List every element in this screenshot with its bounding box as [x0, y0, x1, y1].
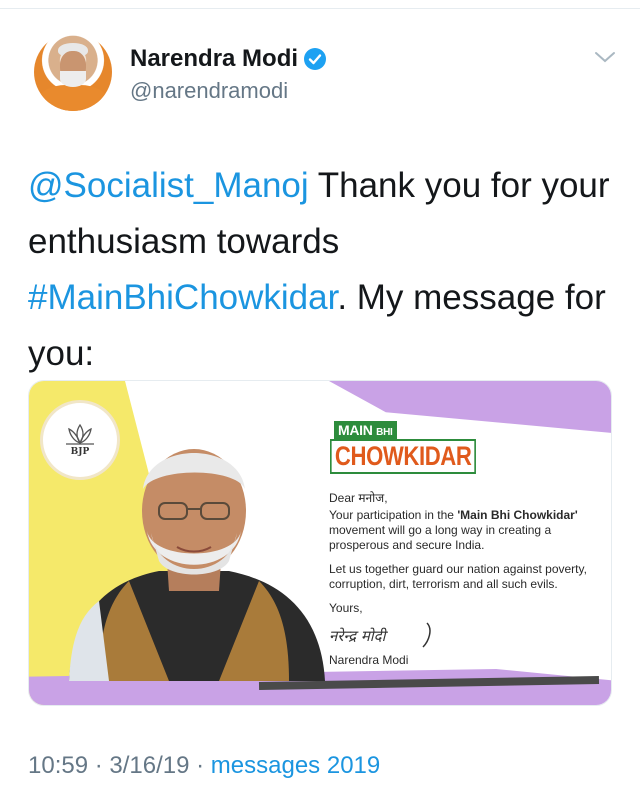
verified-badge-icon	[304, 48, 327, 70]
tweet-media-card[interactable]: BJP MAIN BHI CHOWKIDAR Dear मनोज, Your p…	[28, 380, 612, 706]
letter-closing: Yours,	[329, 601, 363, 615]
chevron-down-icon[interactable]	[594, 50, 616, 64]
letter-para-1-start: Your participation in the	[329, 508, 458, 522]
top-divider	[0, 0, 640, 9]
tweet-source-link[interactable]: messages 2019	[211, 752, 380, 779]
mention-link[interactable]: @Socialist_Manoj	[28, 166, 309, 205]
modi-portrait-image	[69, 449, 325, 681]
author-handle[interactable]: @narendramodi	[130, 78, 288, 104]
signature-image: नरेन्द्र मोदी	[329, 622, 431, 648]
hashtag-link[interactable]: #MainBhiChowkidar	[28, 278, 337, 317]
letter-para-1-bold: 'Main Bhi Chowkidar'	[457, 508, 578, 522]
letter-paragraph-1: Your participation in the 'Main Bhi Chow…	[329, 508, 599, 553]
card-letter: Dear मनोज, Your participation in the 'Ma…	[329, 491, 599, 625]
author-display-name[interactable]: Narendra Modi	[130, 45, 327, 73]
tweet-timestamp: 10:59 · 3/16/19 · messages 2019	[28, 752, 380, 780]
badge-bhi-text: BHI	[376, 427, 393, 438]
tweet-date[interactable]: 3/16/19	[109, 752, 189, 779]
signature-script: नरेन्द्र मोदी	[329, 627, 389, 645]
badge-main-text: MAIN	[338, 422, 373, 438]
letter-para-1-end: movement will go a long way in creating …	[329, 523, 552, 552]
main-bhi-badge: MAIN BHI	[334, 421, 397, 439]
timestamp-separator: ·	[88, 752, 110, 779]
letter-greeting: Dear मनोज,	[329, 491, 388, 505]
author-name-text[interactable]: Narendra Modi	[130, 45, 298, 73]
tweet-time[interactable]: 10:59	[28, 752, 88, 779]
tweet-text: @Socialist_Manoj Thank you for your enth…	[28, 158, 618, 382]
author-avatar[interactable]	[34, 33, 112, 111]
signed-name: Narendra Modi	[329, 653, 409, 667]
letter-paragraph-2: Let us together guard our nation against…	[329, 562, 587, 591]
timestamp-separator: ·	[189, 752, 211, 779]
chowkidar-badge: CHOWKIDAR	[330, 439, 477, 474]
